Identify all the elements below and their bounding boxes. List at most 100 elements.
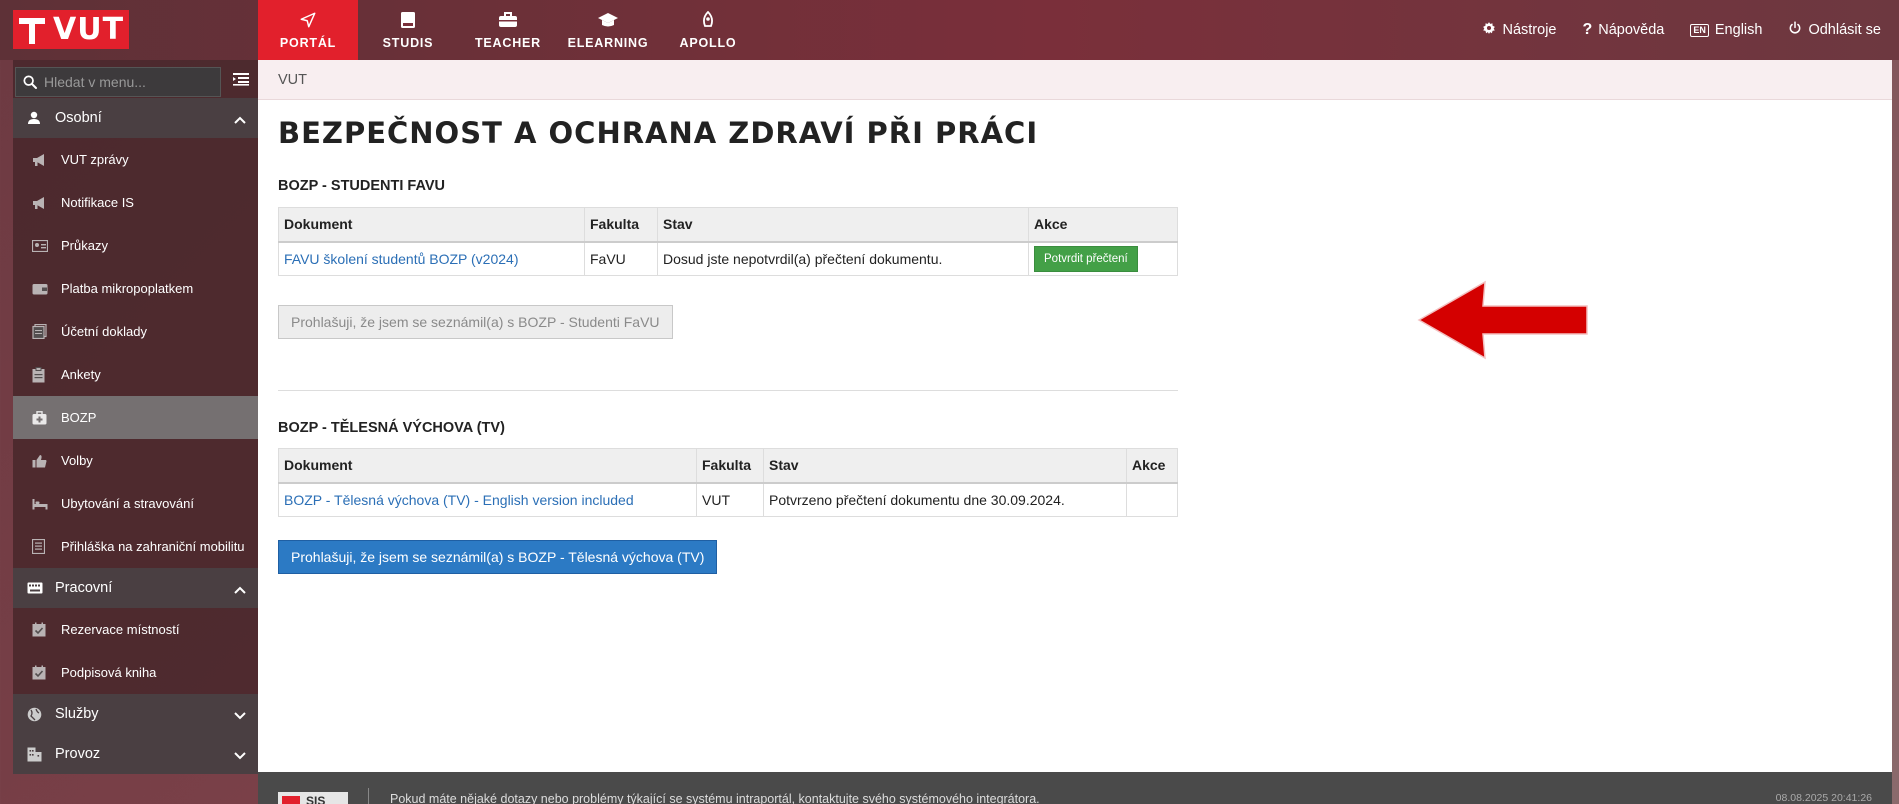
document-link[interactable]: FAVU školení studentů BOZP (v2024) [284, 251, 519, 267]
clipboard-icon [32, 366, 54, 383]
status-cell: Potvrzeno přečtení dokumentu dne 30.09.2… [763, 482, 1127, 517]
briefcase-icon [498, 10, 518, 30]
faculty-cell: VUT [696, 482, 764, 517]
help-label: Nápověda [1598, 22, 1665, 38]
thumbs-up-icon [32, 454, 54, 468]
sidebar-section-label: Provoz [55, 746, 101, 762]
footer-contact-text: Pokud máte nějaké dotazy nebo problémy t… [390, 792, 1040, 804]
nav-elearning-label: ELEARNING [567, 36, 649, 50]
nav-teacher-label: TEACHER [474, 36, 542, 50]
sidebar-item-ucetni-doklady[interactable]: Účetní doklady [13, 310, 258, 353]
top-bar: VUT PORTÁL STUDIS TEACHER ELEARNING APOL… [0, 0, 1899, 60]
tools-label: Nástroje [1502, 22, 1557, 38]
sidebar-item-label: Volby [61, 453, 93, 468]
document-link[interactable]: BOZP - Tělesná výchova (TV) - English ve… [284, 492, 634, 508]
declare-button-favu-disabled[interactable]: Prohlašuji, že jsem se seznámil(a) s BOZ… [278, 305, 673, 339]
breadcrumb-item[interactable]: VUT [278, 72, 307, 88]
sidebar-item-label: Přihláška na zahraniční mobilitu [61, 539, 245, 554]
graduation-cap-icon [597, 10, 619, 30]
sidebar-item-volby[interactable]: Volby [13, 439, 258, 482]
footer-timestamp: 08.08.2025 20:41:26 [1775, 792, 1872, 804]
nav-studis-label: STUDIS [382, 36, 434, 50]
sidebar-section-sluzby[interactable]: Služby [13, 694, 258, 734]
sidebar-item-label: Ubytování a stravování [61, 496, 194, 511]
action-cell: Potvrdit přečtení [1028, 241, 1178, 276]
sidebar-section-pracovni[interactable]: Pracovní [13, 568, 258, 608]
document-icon [32, 539, 54, 554]
search-box [15, 66, 221, 97]
sidebar-item-rezervace[interactable]: Rezervace místností [13, 608, 258, 651]
vut-t-logo-icon [17, 14, 49, 46]
documents-table-tv: Dokument Fakulta Stav Akce BOZP - Tělesn… [278, 448, 1178, 517]
footer-separator [368, 788, 369, 804]
sidebar-item-ankety[interactable]: Ankety [13, 353, 258, 396]
sidebar-item-label: Podpisová kniha [61, 665, 157, 680]
globe-icon [27, 707, 47, 722]
sidebar-item-platba[interactable]: Platba mikropoplatkem [13, 267, 258, 310]
bed-icon [32, 498, 54, 510]
question-mark-icon: ? [1582, 21, 1593, 38]
vut-logo[interactable]: VUT [13, 10, 129, 49]
sidebar-item-podpisova-kniha[interactable]: Podpisová kniha [13, 651, 258, 694]
tools-link[interactable]: Nástroje [1482, 21, 1556, 39]
page-title: BEZPEČNOST A OCHRANA ZDRAVÍ PŘI PRÁCI [278, 116, 1039, 150]
nav-apollo[interactable]: APOLLO [658, 0, 758, 60]
nav-studis[interactable]: STUDIS [358, 0, 458, 60]
main-content: VUT BEZPEČNOST A OCHRANA ZDRAVÍ PŘI PRÁC… [258, 60, 1892, 772]
sidebar-item-label: Ankety [61, 367, 101, 382]
sidebar-search-row [13, 60, 258, 98]
chevron-down-icon [234, 708, 246, 724]
document-cell: FAVU školení studentů BOZP (v2024) [278, 241, 585, 276]
list-indent-icon [233, 72, 249, 91]
calendar-check-icon [32, 665, 54, 680]
sidebar-item-mobilita[interactable]: Přihláška na zahraniční mobilitu [13, 525, 258, 568]
search-icon [16, 74, 44, 90]
sidebar-item-label: BOZP [61, 410, 97, 425]
nav-elearning[interactable]: ELEARNING [558, 0, 658, 60]
menu-collapse-button[interactable] [224, 67, 258, 97]
gear-icon [1482, 21, 1496, 39]
language-switch[interactable]: EN English [1690, 22, 1762, 38]
top-right-menu: Nástroje ? Nápověda EN English Odhlásit … [1482, 0, 1881, 60]
logo-text: VUT [53, 12, 125, 47]
sidebar-item-bozp[interactable]: BOZP [13, 396, 258, 439]
column-header-document: Dokument [278, 207, 585, 243]
sidebar-item-label: Průkazy [61, 238, 108, 253]
table-row: BOZP - Tělesná výchova (TV) - English ve… [278, 482, 1178, 517]
chevron-down-icon [234, 748, 246, 764]
help-link[interactable]: ? Nápověda [1582, 21, 1664, 39]
column-header-action: Akce [1028, 207, 1178, 243]
sidebar-item-label: Notifikace IS [61, 195, 134, 210]
sidebar-item-notifikace-is[interactable]: Notifikace IS [13, 181, 258, 224]
column-header-status: Stav [657, 207, 1029, 243]
language-flag-icon: EN [1690, 23, 1709, 37]
id-card-icon [32, 239, 54, 252]
rocket-icon [700, 10, 716, 30]
logout-link[interactable]: Odhlásit se [1788, 21, 1881, 39]
power-icon [1788, 21, 1802, 39]
language-label: English [1714, 22, 1763, 38]
search-input[interactable] [44, 73, 214, 90]
declare-button-tv[interactable]: Prohlašuji, že jsem se seznámil(a) s BOZ… [278, 540, 718, 574]
sidebar-item-ubytovani[interactable]: Ubytování a stravování [13, 482, 258, 525]
receipts-icon [32, 324, 54, 339]
sidebar-section-osobni[interactable]: Osobní [13, 98, 258, 138]
keyboard-icon [27, 582, 47, 594]
sidebar-section-label: Služby [55, 706, 99, 722]
paper-plane-icon [299, 10, 317, 30]
sidebar-item-vut-zpravy[interactable]: VUT zprávy [13, 138, 258, 181]
section-divider [278, 390, 1178, 391]
nav-portal[interactable]: PORTÁL [258, 0, 358, 60]
chevron-up-icon [234, 112, 246, 128]
section-title-telesna-vychova: BOZP - TĚLESNÁ VÝCHOVA (TV) [278, 420, 505, 436]
calendar-check-icon [32, 622, 54, 637]
sidebar-section-provoz[interactable]: Provoz [13, 734, 258, 774]
sidebar-section-label: Osobní [55, 110, 102, 126]
sidebar-item-prukazy[interactable]: Průkazy [13, 224, 258, 267]
nav-teacher[interactable]: TEACHER [458, 0, 558, 60]
sidebar: Osobní VUT zprávy Notifikace IS Průkazy … [13, 60, 258, 774]
confirm-reading-button[interactable]: Potvrdit přečtení [1034, 245, 1138, 272]
sis-logo: SIS [278, 792, 348, 804]
column-header-document: Dokument [278, 448, 697, 484]
status-cell: Dosud jste nepotvrdil(a) přečtení dokume… [657, 241, 1029, 276]
